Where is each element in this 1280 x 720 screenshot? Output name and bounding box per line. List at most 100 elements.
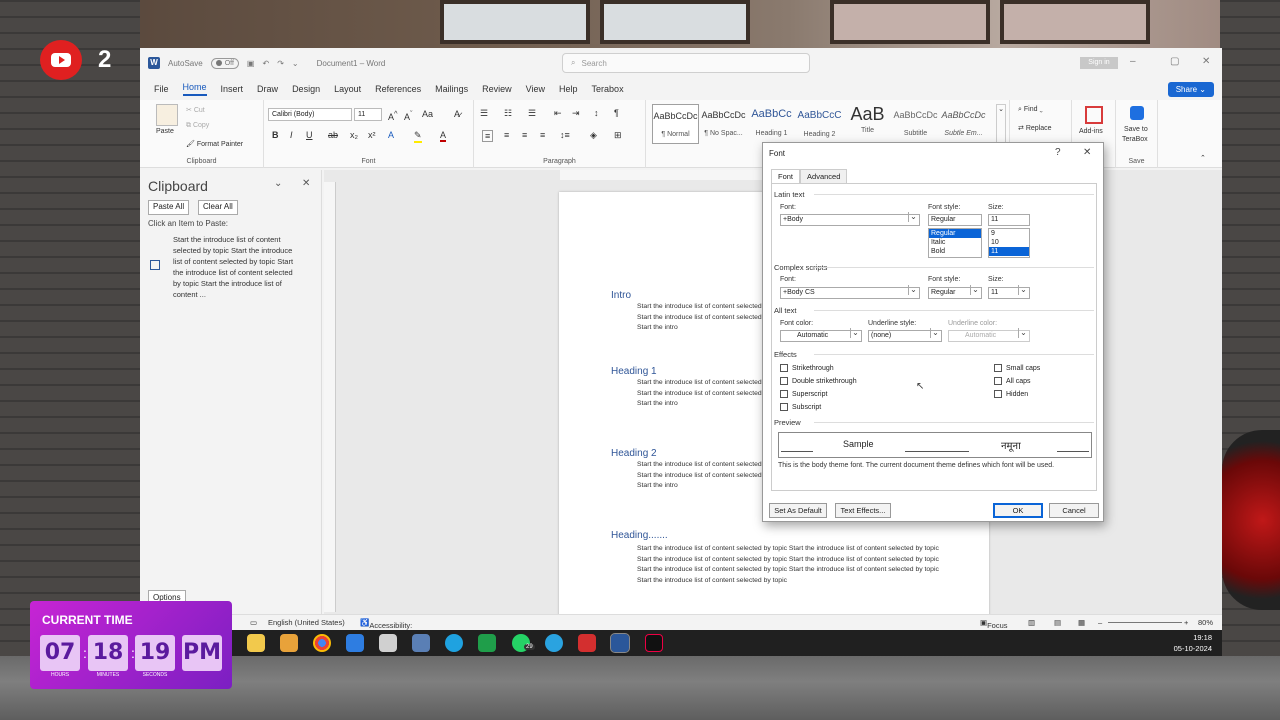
align-right-icon[interactable]: ≡ <box>522 130 527 140</box>
save-icon[interactable]: ▣ <box>247 59 255 68</box>
increase-indent-icon[interactable]: ⇥ <box>572 108 580 119</box>
style-title[interactable]: AaB Title <box>844 104 891 144</box>
paste-all-button[interactable]: Paste All <box>148 200 190 215</box>
cs-size-select[interactable]: 11 <box>988 285 1030 299</box>
double-strikethrough-checkbox[interactable]: Double strikethrough <box>780 377 857 385</box>
file-explorer-icon[interactable] <box>247 634 265 652</box>
style-normal[interactable]: AaBbCcDc ¶ Normal <box>652 104 699 144</box>
strikethrough-checkbox[interactable]: Strikethrough <box>780 364 834 372</box>
font-color-icon[interactable]: A <box>440 130 447 142</box>
borders-icon[interactable]: ⊞ <box>614 130 622 141</box>
mail-icon[interactable] <box>346 634 364 652</box>
set-as-default-button[interactable]: Set As Default <box>769 503 827 518</box>
size-list[interactable]: 9 10 11 <box>988 228 1030 258</box>
cancel-button[interactable]: Cancel <box>1049 503 1099 518</box>
calculator-icon[interactable] <box>412 634 430 652</box>
tab-review[interactable]: Review <box>482 84 512 94</box>
copy-button[interactable]: ⧉ Copy <box>186 122 209 130</box>
taskbar-clock[interactable]: 19:18 05-10-2024 <box>1174 632 1212 654</box>
bullets-icon[interactable]: ☰ <box>480 108 488 119</box>
help-icon[interactable]: ? <box>1055 147 1061 158</box>
ok-button[interactable]: OK <box>993 503 1043 518</box>
clear-all-button[interactable]: Clear All <box>198 200 238 215</box>
tab-design[interactable]: Design <box>292 84 320 94</box>
clipboard-item[interactable]: Start the introduce list of content sele… <box>173 234 298 300</box>
style-heading-2[interactable]: AaBbCcC Heading 2 <box>796 104 843 144</box>
tab-mailings[interactable]: Mailings <box>435 84 468 94</box>
font-size-combo[interactable]: 11 <box>354 108 382 121</box>
save-to-terabox-line1[interactable]: Save to <box>1124 126 1148 133</box>
text-effects-button[interactable]: Text Effects... <box>835 503 891 518</box>
print-layout-icon[interactable]: ▤ <box>1054 618 1061 627</box>
line-spacing-icon[interactable]: ↕≡ <box>560 130 570 140</box>
find-button[interactable]: ⌕ Find ⌄ <box>1018 106 1043 114</box>
focus-button[interactable]: ▣ Focus <box>980 618 1008 630</box>
sign-in-button[interactable]: Sign in <box>1080 57 1118 69</box>
zoom-out-icon[interactable]: – <box>1098 618 1102 627</box>
zoom-slider[interactable] <box>1108 622 1182 623</box>
tab-insert[interactable]: Insert <box>221 84 244 94</box>
shading-icon[interactable]: ◈ <box>590 130 597 141</box>
tab-home[interactable]: Home <box>182 82 207 96</box>
addins-button[interactable]: Add-ins <box>1079 128 1103 135</box>
terabox-icon[interactable] <box>1130 106 1144 120</box>
cs-style-select[interactable]: Regular <box>928 285 982 299</box>
zoom-level[interactable]: 80% <box>1198 618 1213 627</box>
save-to-terabox-line2[interactable]: TeraBox <box>1122 136 1148 143</box>
size-option[interactable]: 9 <box>989 229 1029 238</box>
bold-icon[interactable]: B <box>272 130 279 140</box>
tab-file[interactable]: File <box>154 84 169 94</box>
chrome-icon[interactable] <box>313 634 331 652</box>
font-style-list[interactable]: Regular Italic Bold <box>928 228 982 258</box>
paste-button[interactable]: Paste <box>156 128 174 135</box>
show-marks-icon[interactable]: ¶ <box>614 108 619 118</box>
hidden-checkbox[interactable]: Hidden <box>994 390 1028 398</box>
zoom-in-icon[interactable]: + <box>1184 618 1188 627</box>
share-button[interactable]: Share ⌄ <box>1167 82 1214 97</box>
multilevel-list-icon[interactable]: ☰ <box>528 108 536 119</box>
underline-color-select[interactable]: Automatic <box>948 328 1030 342</box>
styles-more-icon[interactable]: ⌄ <box>996 104 1006 144</box>
all-caps-checkbox[interactable]: All caps <box>994 377 1031 385</box>
store-icon[interactable] <box>280 634 298 652</box>
underline-style-select[interactable]: (none) <box>868 328 942 342</box>
align-center-icon[interactable]: ≡ <box>504 130 509 140</box>
read-mode-icon[interactable]: ▥ <box>1028 618 1035 627</box>
font-style-input[interactable]: Regular <box>928 214 982 226</box>
subscript-checkbox[interactable]: Subscript <box>780 403 821 411</box>
superscript-checkbox[interactable]: Superscript <box>780 390 827 398</box>
strikethrough-icon[interactable]: ab <box>328 130 338 140</box>
superscript-icon[interactable]: x² <box>368 130 376 140</box>
numbering-icon[interactable]: ☷ <box>504 108 512 119</box>
tab-references[interactable]: References <box>375 84 421 94</box>
justify-icon[interactable]: ≡ <box>540 130 545 140</box>
style-option[interactable]: Italic <box>929 238 981 247</box>
grow-font-icon[interactable]: A^ <box>388 109 398 122</box>
tab-layout[interactable]: Layout <box>334 84 361 94</box>
autosave-toggle[interactable]: Off <box>210 57 239 69</box>
telegram-icon[interactable] <box>545 634 563 652</box>
tab-font[interactable]: Font <box>771 169 801 183</box>
search-input[interactable]: ⌕ Search <box>562 53 810 73</box>
style-option[interactable]: Regular <box>929 229 981 238</box>
tab-help[interactable]: Help <box>559 84 578 94</box>
green-app-icon[interactable] <box>478 634 496 652</box>
style-heading-1[interactable]: AaBbCc Heading 1 <box>748 104 795 144</box>
subscript-icon[interactable]: x₂ <box>350 130 358 140</box>
pdf-reader-icon[interactable] <box>578 634 596 652</box>
tab-advanced[interactable]: Advanced <box>800 169 848 183</box>
cut-button[interactable]: ✂ Cut <box>186 106 205 114</box>
decrease-indent-icon[interactable]: ⇤ <box>554 108 562 119</box>
replace-button[interactable]: ⇄ Replace <box>1018 124 1052 132</box>
close-icon[interactable]: ✕ <box>1202 56 1210 67</box>
size-option[interactable]: 10 <box>989 238 1029 247</box>
dialog-close-icon[interactable]: ✕ <box>1083 147 1091 158</box>
italic-icon[interactable]: I <box>290 130 293 140</box>
cs-font-select[interactable]: +Body CS <box>780 285 920 299</box>
maximize-icon[interactable]: ▢ <box>1170 56 1179 67</box>
pen-app-icon[interactable] <box>379 634 397 652</box>
word-taskbar-icon[interactable] <box>610 633 630 653</box>
redo-icon[interactable]: ↷ <box>277 59 284 68</box>
pane-close-icon[interactable]: ✕ <box>302 178 310 189</box>
undo-icon[interactable]: ↶ <box>262 59 269 68</box>
